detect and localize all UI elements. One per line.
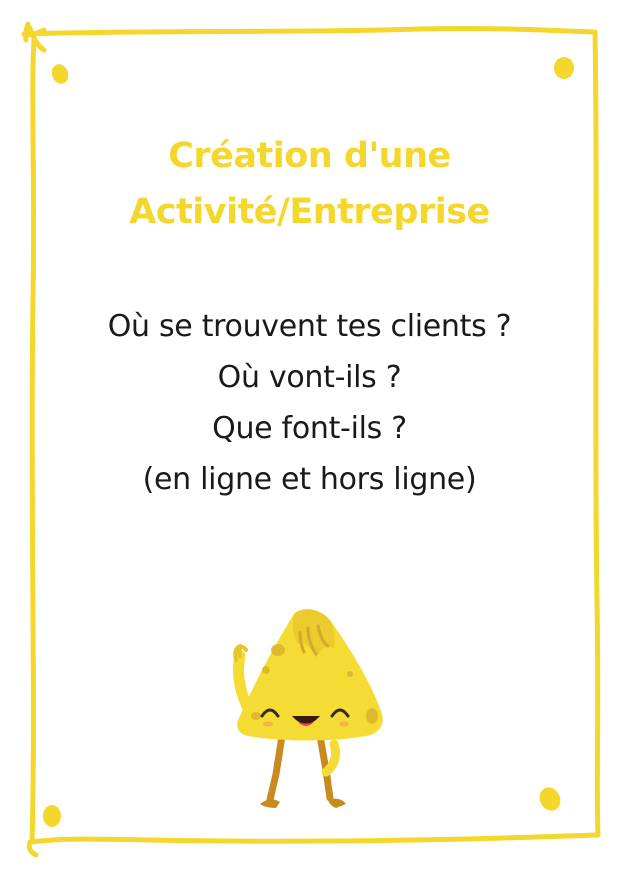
title-line-1: Création d'une	[168, 136, 451, 176]
question-line-1: Où se trouvent tes clients ?	[107, 309, 512, 344]
question-block: Où se trouvent tes clients ? Où vont-ils…	[0, 301, 619, 505]
title-line-2: Activité/Entreprise	[129, 192, 490, 232]
cheese-wedge-character-icon	[232, 609, 383, 808]
question-line-3: Que font-ils ?	[212, 411, 407, 446]
question-line-4: (en ligne et hors ligne)	[142, 462, 477, 497]
card-title: Création d'une Activité/Entreprise	[0, 128, 619, 240]
question-line-2: Où vont-ils ?	[217, 360, 402, 395]
card: Création d'une Activité/Entreprise Où se…	[0, 0, 619, 874]
